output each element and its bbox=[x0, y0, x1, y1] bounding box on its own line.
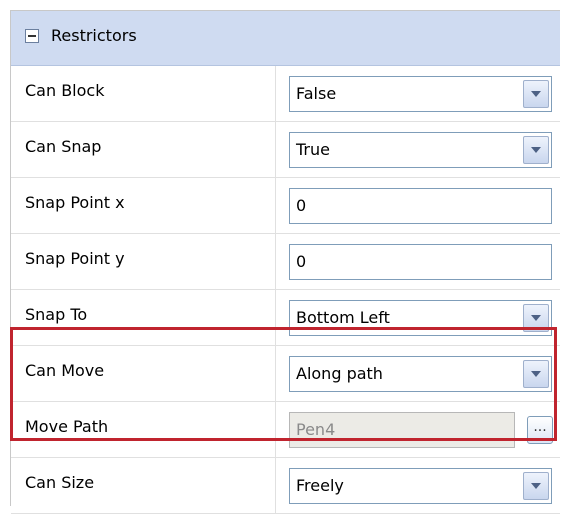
property-row-move-path: Move Path Pen4 ... bbox=[11, 402, 560, 458]
column-divider bbox=[275, 458, 276, 513]
column-divider bbox=[275, 66, 276, 121]
property-row-can-snap: Can Snap True bbox=[11, 122, 560, 178]
section-header[interactable]: Restrictors bbox=[11, 11, 560, 66]
can-size-select[interactable]: Freely bbox=[289, 468, 552, 504]
property-label: Can Snap bbox=[25, 137, 102, 156]
snap-point-x-input[interactable]: 0 bbox=[289, 188, 552, 224]
property-row-can-block: Can Block False bbox=[11, 66, 560, 122]
column-divider bbox=[275, 178, 276, 233]
can-move-select[interactable]: Along path bbox=[289, 356, 552, 392]
chevron-down-icon[interactable] bbox=[523, 136, 549, 164]
input-value: Pen4 bbox=[296, 420, 336, 439]
property-label: Snap Point y bbox=[25, 249, 125, 268]
select-value: Along path bbox=[296, 364, 383, 383]
column-divider bbox=[275, 234, 276, 289]
property-row-can-move: Can Move Along path bbox=[11, 346, 560, 402]
chevron-down-icon[interactable] bbox=[523, 472, 549, 500]
property-label: Snap To bbox=[25, 305, 88, 324]
section-title: Restrictors bbox=[51, 26, 137, 45]
select-value: True bbox=[296, 140, 330, 159]
chevron-down-icon[interactable] bbox=[523, 80, 549, 108]
column-divider bbox=[275, 122, 276, 177]
column-divider bbox=[275, 290, 276, 345]
can-block-select[interactable]: False bbox=[289, 76, 552, 112]
property-label: Can Move bbox=[25, 361, 105, 380]
property-row-snap-point-y: Snap Point y 0 bbox=[11, 234, 560, 290]
property-row-snap-point-x: Snap Point x 0 bbox=[11, 178, 560, 234]
column-divider bbox=[275, 346, 276, 401]
input-value: 0 bbox=[296, 196, 307, 215]
collapse-minus-icon[interactable] bbox=[25, 29, 39, 43]
restrictors-property-panel: Restrictors Can Block False Can Snap Tru… bbox=[10, 10, 560, 514]
property-label: Can Block bbox=[25, 81, 105, 100]
column-divider bbox=[275, 402, 276, 457]
move-path-input: Pen4 bbox=[289, 412, 515, 448]
select-value: False bbox=[296, 84, 337, 103]
snap-point-y-input[interactable]: 0 bbox=[289, 244, 552, 280]
property-label: Move Path bbox=[25, 417, 109, 436]
snap-to-select[interactable]: Bottom Left bbox=[289, 300, 552, 336]
input-value: 0 bbox=[296, 252, 307, 271]
select-value: Bottom Left bbox=[296, 308, 390, 327]
chevron-down-icon[interactable] bbox=[523, 360, 549, 388]
property-row-snap-to: Snap To Bottom Left bbox=[11, 290, 560, 346]
select-value: Freely bbox=[296, 476, 344, 495]
chevron-down-icon[interactable] bbox=[523, 304, 549, 332]
can-snap-select[interactable]: True bbox=[289, 132, 552, 168]
property-label: Snap Point x bbox=[25, 193, 125, 212]
property-label: Can Size bbox=[25, 473, 95, 492]
browse-ellipsis-button[interactable]: ... bbox=[527, 416, 553, 444]
